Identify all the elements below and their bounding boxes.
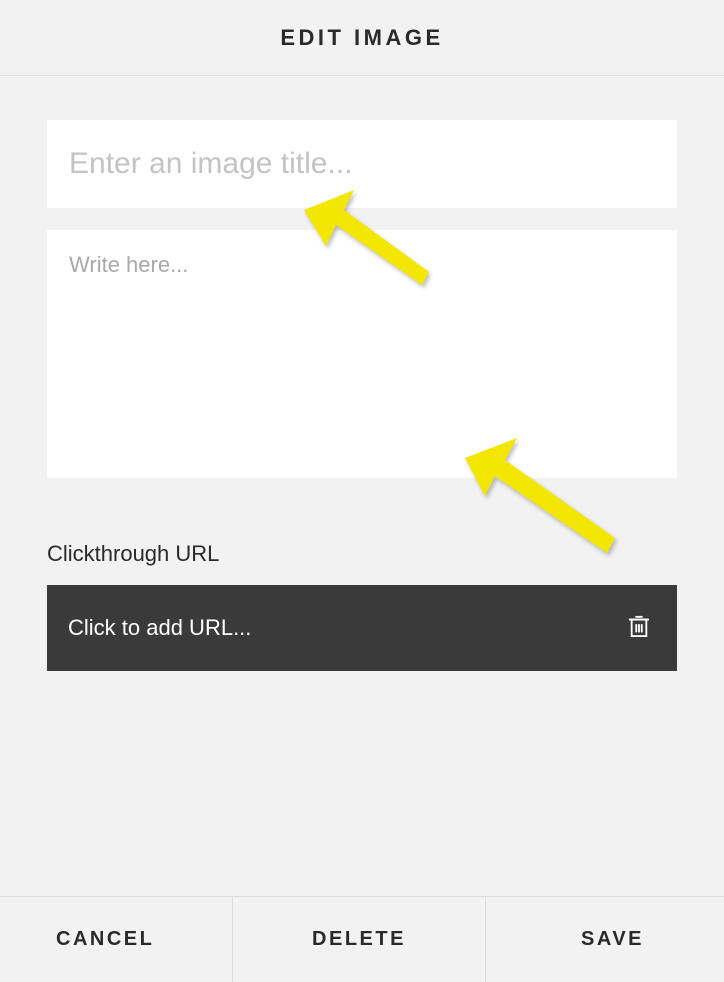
content-area: Clickthrough URL Click to add URL... <box>0 76 724 671</box>
image-title-input[interactable] <box>47 120 677 208</box>
page-title: EDIT IMAGE <box>280 25 443 51</box>
modal-header: EDIT IMAGE <box>0 0 724 76</box>
image-description-input[interactable] <box>47 230 677 478</box>
trash-icon[interactable] <box>628 614 650 643</box>
modal-footer: CANCEL DELETE SAVE <box>0 896 724 982</box>
cancel-button[interactable]: CANCEL <box>0 897 232 982</box>
save-button[interactable]: SAVE <box>486 897 724 982</box>
clickthrough-placeholder: Click to add URL... <box>68 615 251 641</box>
clickthrough-section: Clickthrough URL Click to add URL... <box>47 541 677 671</box>
clickthrough-url-bar[interactable]: Click to add URL... <box>47 585 677 671</box>
delete-button[interactable]: DELETE <box>232 897 486 982</box>
clickthrough-label: Clickthrough URL <box>47 541 677 567</box>
